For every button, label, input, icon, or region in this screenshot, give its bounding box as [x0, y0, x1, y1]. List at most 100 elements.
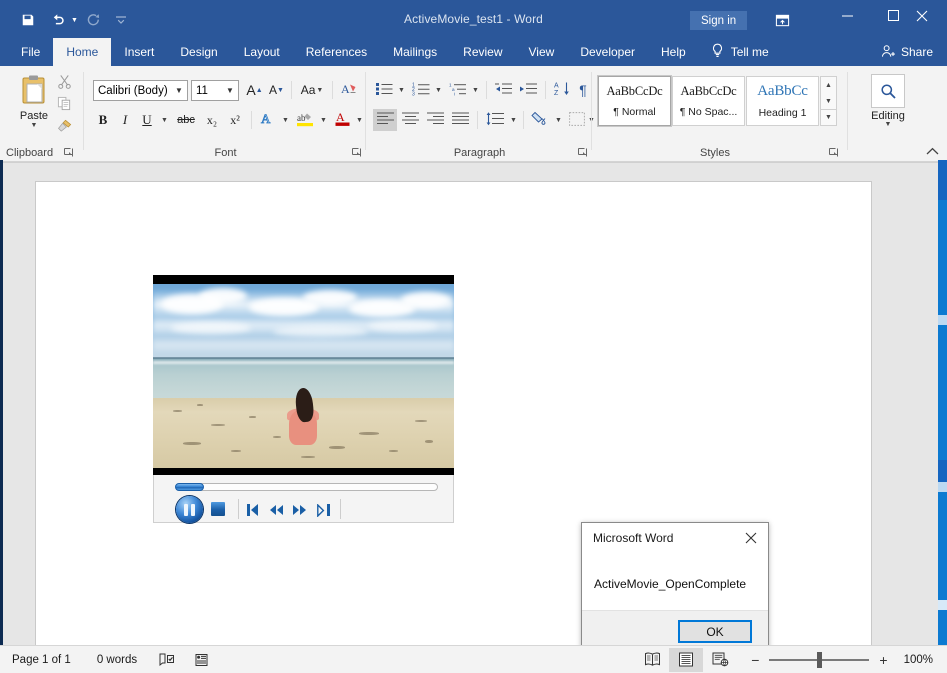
ribbon-display-options-icon[interactable] — [768, 10, 796, 30]
numbering-button[interactable]: 123 — [410, 79, 432, 101]
zoom-level[interactable]: 100% — [904, 654, 933, 666]
fast-forward-icon[interactable] — [293, 503, 306, 517]
seek-slider[interactable] — [175, 483, 438, 491]
paragraph-dialog-launcher[interactable] — [576, 148, 588, 160]
align-center-button[interactable] — [398, 109, 422, 131]
shrink-font-button[interactable]: A ▼ — [266, 79, 287, 101]
align-left-button[interactable] — [373, 109, 397, 131]
zoom-slider[interactable] — [769, 651, 870, 668]
tab-design[interactable]: Design — [167, 38, 230, 66]
tab-mailings[interactable]: Mailings — [380, 38, 450, 66]
style-item-heading-1[interactable]: AaBbCc Heading 1 — [746, 76, 819, 126]
close-button[interactable] — [898, 0, 946, 31]
zoom-slider-thumb[interactable] — [817, 651, 823, 668]
styles-dialog-launcher[interactable] — [827, 148, 839, 160]
text-highlight-button[interactable]: ab — [293, 109, 317, 131]
collapse-ribbon-icon[interactable] — [926, 147, 939, 159]
subscript-button[interactable]: x₂ — [201, 109, 223, 131]
zoom-out-button[interactable]: − — [751, 652, 759, 668]
previous-track-icon[interactable] — [247, 503, 258, 517]
web-layout-icon[interactable] — [703, 648, 737, 672]
clear-formatting-button[interactable]: A — [338, 79, 360, 101]
undo-dropdown-icon[interactable]: ▼ — [71, 17, 78, 24]
print-layout-icon[interactable] — [669, 647, 704, 672]
format-painter-button[interactable] — [54, 116, 80, 138]
underline-button[interactable]: U — [137, 109, 157, 131]
customize-quick-access-toolbar-icon[interactable] — [110, 8, 132, 32]
stop-icon[interactable] — [211, 502, 225, 516]
shading-dropdown-icon[interactable]: ▼ — [552, 109, 564, 131]
tab-view[interactable]: View — [516, 38, 568, 66]
editing-button[interactable]: Editing ▼ — [866, 74, 910, 128]
tab-insert[interactable]: Insert — [111, 38, 167, 66]
zoom-in-button[interactable]: + — [879, 652, 887, 668]
tab-developer[interactable]: Developer — [567, 38, 648, 66]
editing-dropdown-icon[interactable]: ▼ — [885, 121, 892, 128]
font-size-combobox[interactable]: 11 ▼ — [191, 80, 239, 101]
style-item-normal[interactable]: AaBbCcDc ¶ Normal — [597, 75, 672, 127]
chevron-down-icon[interactable]: ▼ — [821, 93, 836, 109]
tab-layout[interactable]: Layout — [231, 38, 293, 66]
text-effects-dropdown-icon[interactable]: ▼ — [279, 109, 291, 131]
italic-button[interactable]: I — [115, 109, 135, 131]
ok-button[interactable]: OK — [678, 620, 752, 643]
show-paragraph-marks-button[interactable]: ¶ — [573, 79, 593, 101]
close-icon[interactable] — [734, 523, 768, 553]
sort-button[interactable]: AZ — [551, 79, 573, 101]
bullets-dropdown-icon[interactable]: ▼ — [395, 79, 407, 101]
strikethrough-button[interactable]: abc — [173, 109, 199, 131]
chevron-down-icon[interactable]: ▼ — [222, 86, 238, 95]
align-right-button[interactable] — [423, 109, 447, 131]
page-indicator[interactable]: Page 1 of 1 — [12, 654, 71, 666]
pause-icon[interactable] — [176, 496, 203, 523]
tab-review[interactable]: Review — [450, 38, 515, 66]
tab-file[interactable]: File — [8, 38, 53, 66]
next-track-icon[interactable] — [317, 503, 330, 517]
font-dialog-launcher[interactable] — [350, 148, 362, 160]
message-dialog[interactable]: Microsoft Word ActiveMovie_OpenComplete … — [581, 522, 769, 653]
line-spacing-dropdown-icon[interactable]: ▼ — [507, 109, 519, 131]
text-highlight-dropdown-icon[interactable]: ▼ — [317, 109, 329, 131]
word-count[interactable]: 0 words — [97, 654, 137, 666]
tab-home[interactable]: Home — [53, 38, 112, 66]
font-name-combobox[interactable]: Calibri (Body) ▼ — [93, 80, 188, 101]
multilevel-list-button[interactable]: 1ai — [447, 79, 469, 101]
grow-font-button[interactable]: A ▲ — [244, 79, 265, 101]
share-button[interactable]: Share — [881, 38, 933, 66]
proofing-errors-icon[interactable] — [159, 653, 175, 667]
activemovie-video-object[interactable] — [153, 275, 454, 523]
shading-button[interactable] — [528, 109, 552, 131]
video-frame[interactable] — [153, 275, 454, 475]
style-item-no-spacing[interactable]: AaBbCcDc ¶ No Spac... — [672, 76, 745, 126]
save-icon[interactable] — [14, 8, 42, 32]
tell-me-search[interactable]: Tell me — [699, 38, 779, 66]
bullets-button[interactable] — [373, 79, 395, 101]
styles-more-icon[interactable]: ▼ — [821, 109, 836, 125]
chevron-down-icon[interactable]: ▼ — [171, 86, 187, 95]
paste-button[interactable]: Paste ▼ — [12, 74, 56, 129]
read-mode-icon[interactable] — [635, 648, 669, 672]
numbering-dropdown-icon[interactable]: ▼ — [432, 79, 444, 101]
paste-dropdown-icon[interactable]: ▼ — [31, 122, 38, 129]
minimize-button[interactable] — [824, 0, 870, 31]
accessibility-checker-icon[interactable] — [193, 653, 209, 667]
multilevel-list-dropdown-icon[interactable]: ▼ — [469, 79, 481, 101]
seek-thumb[interactable] — [175, 483, 204, 491]
bold-button[interactable]: B — [93, 109, 113, 131]
tab-references[interactable]: References — [293, 38, 380, 66]
change-case-button[interactable]: Aa ▼ — [297, 79, 327, 101]
sign-in-button[interactable]: Sign in — [690, 11, 748, 30]
cut-button[interactable] — [54, 72, 80, 94]
underline-dropdown-icon[interactable]: ▼ — [158, 109, 170, 131]
decrease-indent-button[interactable] — [492, 79, 516, 101]
rewind-icon[interactable] — [270, 503, 283, 517]
font-color-dropdown-icon[interactable]: ▼ — [353, 109, 365, 131]
justify-button[interactable] — [448, 109, 472, 131]
copy-button[interactable] — [54, 94, 80, 116]
chevron-up-icon[interactable]: ▲ — [821, 77, 836, 93]
text-effects-button[interactable]: A — [257, 109, 279, 131]
tab-help[interactable]: Help — [648, 38, 699, 66]
clipboard-dialog-launcher[interactable] — [62, 148, 74, 160]
increase-indent-button[interactable] — [516, 79, 540, 101]
superscript-button[interactable]: x² — [224, 109, 246, 131]
